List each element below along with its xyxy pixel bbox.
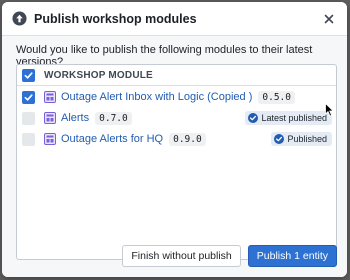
publish-dialog: Publish workshop modules Would you like … <box>2 2 347 277</box>
dialog-title: Publish workshop modules <box>34 11 197 26</box>
table-row: Alerts 0.7.0 Latest published <box>17 108 336 128</box>
row-checkbox[interactable] <box>22 90 35 104</box>
close-icon[interactable] <box>321 11 337 27</box>
check-circle-icon <box>274 134 285 144</box>
tag-label: Published <box>287 134 327 144</box>
table-header-row: WORKSHOP MODULE <box>17 65 336 86</box>
workshop-module-icon <box>44 91 56 103</box>
table-row: Outage Alert Inbox with Logic (Copied ) … <box>17 87 336 107</box>
module-name-link[interactable]: Alerts <box>61 112 89 124</box>
dialog-footer: Finish without publish Publish 1 entity <box>122 245 337 267</box>
table-row: Outage Alerts for HQ 0.9.0 Published <box>17 129 336 149</box>
latest-published-tag: Latest published <box>245 111 332 125</box>
check-circle-icon <box>248 113 259 123</box>
dialog-body: Would you like to publish the following … <box>2 36 347 277</box>
dialog-header: Publish workshop modules <box>2 2 347 36</box>
select-all-checkbox[interactable] <box>22 68 35 82</box>
publish-button[interactable]: Publish 1 entity <box>247 245 337 267</box>
tag-label: Latest published <box>261 113 327 123</box>
published-tag: Published <box>271 132 332 146</box>
workshop-module-icon <box>44 133 56 145</box>
upload-arrow-icon <box>12 11 27 26</box>
module-name-link[interactable]: Outage Alert Inbox with Logic (Copied ) <box>61 91 252 103</box>
row-checkbox[interactable] <box>22 132 35 146</box>
modules-table: WORKSHOP MODULE Outage Alert Inbox with … <box>16 64 337 260</box>
module-name-link[interactable]: Outage Alerts for HQ <box>61 133 163 145</box>
version-badge: 0.7.0 <box>95 111 132 125</box>
workshop-module-icon <box>44 112 56 124</box>
column-header-workshop-module: WORKSHOP MODULE <box>44 69 153 81</box>
finish-without-publish-button[interactable]: Finish without publish <box>122 245 241 267</box>
row-checkbox[interactable] <box>22 111 35 125</box>
version-badge: 0.9.0 <box>169 132 206 146</box>
mouse-cursor-icon <box>325 103 335 117</box>
version-badge: 0.5.0 <box>258 90 295 104</box>
